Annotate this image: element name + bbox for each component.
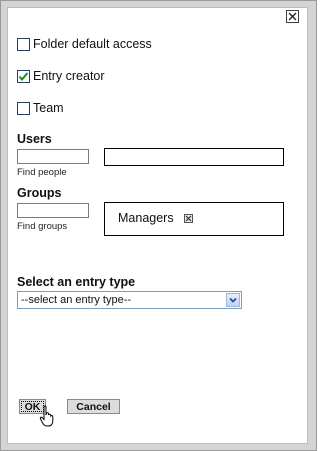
- users-title: Users: [17, 132, 52, 146]
- group-chip-label: Managers: [118, 211, 174, 225]
- users-selected-box[interactable]: [104, 148, 284, 166]
- find-people-hint: Find people: [17, 167, 67, 178]
- entry-type-select[interactable]: --select an entry type--: [17, 291, 242, 309]
- folder-default-access-label: Folder default access: [33, 37, 152, 51]
- hand-pointer-icon: [39, 405, 54, 427]
- find-groups-hint: Find groups: [17, 221, 68, 232]
- group-chip-managers: Managers: [118, 211, 193, 225]
- folder-default-access-checkbox[interactable]: [17, 37, 30, 51]
- close-icon: [288, 12, 297, 21]
- check-icon: [18, 71, 29, 81]
- entry-creator-checkbox[interactable]: [17, 69, 30, 83]
- close-button[interactable]: [286, 10, 299, 23]
- entry-type-selected-option: --select an entry type--: [21, 294, 132, 306]
- remove-icon: [185, 215, 192, 221]
- team-checkbox[interactable]: [17, 101, 30, 115]
- entry-type-title: Select an entry type: [17, 275, 136, 289]
- entry-creator-label: Entry creator: [33, 69, 105, 83]
- find-groups-input[interactable]: [17, 203, 89, 218]
- team-label: Team: [33, 101, 64, 115]
- checkbox-row-team[interactable]: Team: [17, 100, 64, 116]
- entry-type-dropdown-button[interactable]: [226, 293, 240, 307]
- chevron-down-icon: [229, 297, 237, 303]
- remove-group-button[interactable]: [183, 213, 193, 223]
- checkbox-row-folder-default-access[interactable]: Folder default access: [17, 36, 152, 52]
- groups-title: Groups: [17, 186, 62, 200]
- cancel-button[interactable]: Cancel: [67, 399, 120, 414]
- checkbox-row-entry-creator[interactable]: Entry creator: [17, 68, 105, 84]
- find-people-input[interactable]: [17, 149, 89, 164]
